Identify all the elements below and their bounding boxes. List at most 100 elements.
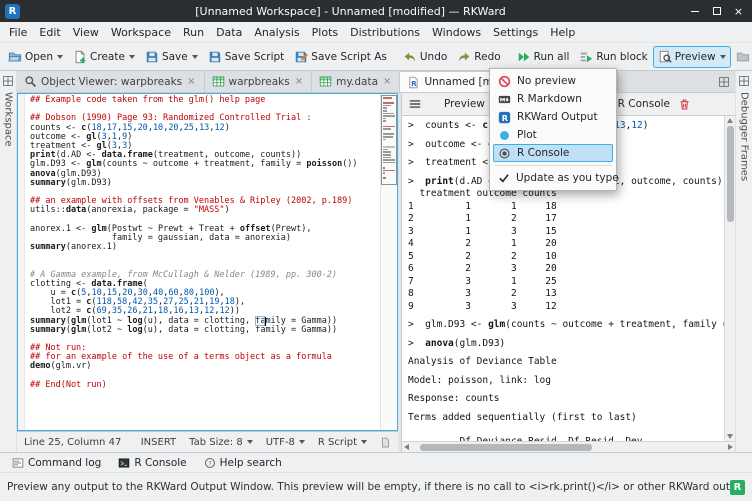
tab-my-data[interactable]: my.data×	[312, 71, 400, 92]
scroll-left-icon[interactable]	[404, 444, 409, 450]
titlebar[interactable]: R [Unnamed Workspace] - Unnamed [modifie…	[0, 0, 752, 22]
menu-item-no-preview[interactable]: No preview	[493, 72, 613, 90]
menu-item-label: R Markdown	[517, 93, 582, 105]
trash-icon[interactable]	[678, 98, 691, 111]
horizontal-scrollbar[interactable]	[402, 441, 735, 452]
menu-help[interactable]: Help	[544, 24, 581, 41]
menu-item-plot[interactable]: Plot	[493, 126, 613, 144]
code-line[interactable]: summary(glm(lot2 ~ log(u), data = clotti…	[30, 326, 380, 335]
cursor-position[interactable]: Line 25, Column 47	[24, 437, 121, 448]
toolview-r-console[interactable]: R Console	[111, 456, 193, 470]
menu-view[interactable]: View	[67, 24, 105, 41]
code-line[interactable]: summary(glm.D93)	[30, 179, 380, 188]
run-block-button[interactable]: Run block	[574, 46, 652, 68]
sidebar-item-debugger-frames[interactable]: Debugger Frames	[739, 92, 750, 181]
tab-warpbreaks[interactable]: warpbreaks×	[205, 71, 313, 92]
filetype-select[interactable]: R Script	[318, 437, 367, 448]
hamburger-menu-icon[interactable]	[408, 97, 422, 111]
tab-object-viewer-warpbreaks[interactable]: Object Viewer: warpbreaks×	[17, 71, 205, 92]
redo-button[interactable]: Redo	[452, 46, 505, 68]
undo-button[interactable]: Undo	[398, 46, 452, 68]
save-button[interactable]: Save	[140, 46, 203, 68]
code-line[interactable]	[30, 252, 380, 261]
r-engine-status-badge[interactable]: R	[730, 480, 745, 495]
check-icon	[498, 172, 510, 184]
close-icon[interactable]: ×	[382, 77, 392, 87]
toolview-label: Help search	[220, 457, 282, 469]
code-line[interactable]: demo(glm.vr)	[30, 362, 380, 371]
toolview-help-search[interactable]: ? Help search	[197, 456, 289, 470]
radio-selected-icon	[498, 147, 511, 160]
save-script-as-button[interactable]: Save Script As	[289, 46, 392, 68]
console-line: 9 3 3 12	[408, 301, 721, 314]
minimap-viewport[interactable]	[381, 95, 397, 185]
encoding-select[interactable]: UTF-8	[266, 437, 305, 448]
redo-icon	[457, 50, 471, 64]
preview-button[interactable]: Preview	[653, 46, 731, 68]
menu-item-r-markdown[interactable]: R Markdown	[493, 90, 613, 108]
new-script-icon	[73, 50, 87, 64]
hscroll-track[interactable]	[412, 444, 725, 451]
hscroll-thumb[interactable]	[420, 444, 592, 451]
dropdown-caret-icon	[57, 55, 63, 59]
run-all-icon	[517, 50, 531, 64]
input-mode-button[interactable]: INSERT	[141, 437, 176, 448]
maximize-button[interactable]	[708, 4, 725, 19]
spreadsheet-icon	[212, 75, 225, 88]
console-line: Terms added sequentially (first to last)	[408, 412, 721, 425]
chevron-down-icon	[361, 440, 367, 444]
menu-data[interactable]: Data	[210, 24, 248, 41]
console-line: 6 2 3 20	[408, 263, 721, 276]
save-script-button[interactable]: Save Script	[203, 46, 290, 68]
menu-workspace[interactable]: Workspace	[105, 24, 177, 41]
close-icon[interactable]: ×	[294, 77, 304, 87]
open-button[interactable]: Open	[3, 46, 68, 68]
tab-size-select[interactable]: Tab Size: 8	[189, 437, 253, 448]
console-line: > glm.D93 <- glm(counts ~ outcome + trea…	[408, 319, 721, 332]
code-line[interactable]: ## Example code taken from the glm() hel…	[30, 96, 380, 105]
undo-icon	[403, 50, 417, 64]
chevron-down-icon	[299, 440, 305, 444]
scroll-up-icon[interactable]	[727, 118, 733, 123]
window-title: [Unnamed Workspace] - Unnamed [modified]…	[20, 5, 681, 18]
menu-file[interactable]: File	[3, 24, 33, 41]
console-line: > anova(glm.D93)	[408, 338, 721, 351]
split-view-icon[interactable]	[718, 76, 730, 88]
vscroll-thumb[interactable]	[727, 126, 734, 222]
scroll-down-icon[interactable]	[727, 434, 733, 439]
cd-script-dir-button[interactable]: CD to script directory	[731, 46, 752, 68]
menu-item-rkward-output[interactable]: RRKWard Output	[493, 108, 613, 126]
console-line: 8 3 2 13	[408, 288, 721, 301]
close-icon[interactable]: ×	[186, 77, 196, 87]
menu-item-label: Plot	[517, 129, 537, 141]
document-icon[interactable]	[380, 437, 391, 448]
svg-text:R: R	[412, 79, 418, 88]
menu-analysis[interactable]: Analysis	[248, 24, 305, 41]
preview-title: Preview	[444, 98, 485, 110]
menu-item-r-console[interactable]: R Console	[493, 144, 613, 162]
scroll-right-icon[interactable]	[728, 444, 733, 450]
menu-distributions[interactable]: Distributions	[344, 24, 426, 41]
code-line[interactable]: ## End(Not run)	[30, 381, 380, 390]
create-button[interactable]: Create	[68, 46, 140, 68]
sidebar-item-workspace[interactable]: Workspace	[3, 92, 14, 147]
vertical-scrollbar[interactable]	[724, 116, 735, 441]
statusbar: Preview any output to the RKWard Output …	[0, 472, 752, 501]
svg-text:R: R	[502, 112, 509, 122]
menu-settings[interactable]: Settings	[487, 24, 544, 41]
menu-windows[interactable]: Windows	[426, 24, 487, 41]
menu-plots[interactable]: Plots	[306, 24, 344, 41]
code-line[interactable]: utils::data(anorexia, package = "MASS")	[30, 206, 380, 215]
code-line[interactable]: summary(anorex.1)	[30, 243, 380, 252]
menu-item-update-as-you-type[interactable]: Update as you type	[493, 169, 613, 187]
menu-edit[interactable]: Edit	[33, 24, 66, 41]
minimize-button[interactable]	[686, 4, 703, 19]
svg-text:?: ?	[208, 459, 211, 467]
toolview-command-log[interactable]: Command log	[5, 456, 108, 470]
menu-run[interactable]: Run	[177, 24, 210, 41]
editor-code[interactable]: ## Example code taken from the glm() hel…	[25, 94, 380, 430]
run-all-button[interactable]: Run all	[512, 46, 575, 68]
editor-minimap[interactable]	[380, 94, 397, 430]
console-line: Model: poisson, link: log	[408, 375, 721, 388]
close-button[interactable]: ×	[730, 4, 747, 19]
